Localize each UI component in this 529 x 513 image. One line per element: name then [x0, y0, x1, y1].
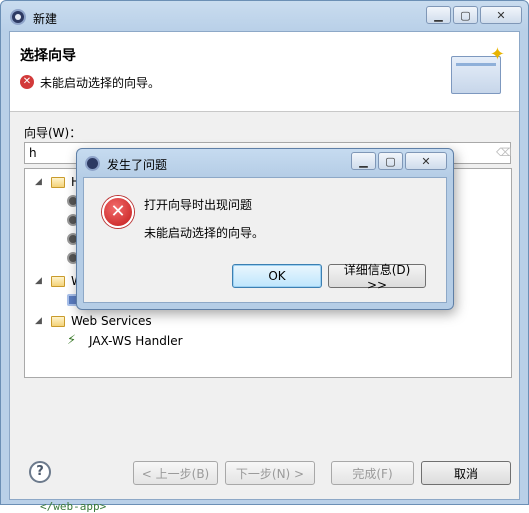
tree-node-label: JAX-WS Handler	[89, 334, 183, 348]
tree-node-label: Web Services	[71, 314, 152, 328]
next-button[interactable]: 下一步(N) >	[225, 461, 315, 485]
finish-button[interactable]: 完成(F)	[331, 461, 414, 485]
error-heading: 打开向导时出现问题	[144, 198, 253, 212]
dialog-minimize-button[interactable]: ▁	[351, 152, 376, 170]
minimize-button[interactable]: ▁	[426, 6, 451, 24]
tree-node-h[interactable]: ◢ H	[35, 173, 80, 191]
wizard-banner: 选择向导 ✕ 未能启动选择的向导。 ✦	[10, 32, 519, 112]
folder-icon	[51, 275, 65, 287]
dialog-maximize-button[interactable]: ▢	[378, 152, 403, 170]
error-dialog-title: 发生了问题	[107, 158, 168, 172]
wizard-filter-label: 向导(W)：	[24, 126, 82, 140]
tree-item-jax-ws-handler[interactable]: ⚡ JAX-WS Handler	[67, 332, 183, 350]
banner-title: 选择向导	[20, 48, 76, 64]
folder-icon	[51, 176, 65, 188]
back-button[interactable]: < 上一步(B)	[133, 461, 218, 485]
clear-filter-icon[interactable]: ⌫	[496, 146, 512, 159]
dialog-caption-buttons: ▁ ▢ ✕	[351, 152, 447, 170]
tree-node-web-services[interactable]: ◢ Web Services	[35, 312, 152, 330]
help-icon[interactable]: ?	[29, 461, 51, 483]
background-editor-text: </web-app>	[40, 500, 107, 513]
error-icon: ✕	[102, 196, 134, 228]
wizard-button-bar: ? < 上一步(B) 下一步(N) > 完成(F) 取消	[10, 442, 519, 501]
eclipse-app-icon	[85, 156, 100, 171]
eclipse-app-icon	[10, 9, 26, 25]
title-bar[interactable]: 新建 ▁ ▢ ✕	[1, 1, 528, 31]
wizard-banner-image-icon: ✦	[451, 44, 505, 96]
error-icon: ✕	[20, 75, 34, 89]
caption-buttons: ▁ ▢ ✕	[426, 6, 522, 24]
banner-error-message: 未能启动选择的向导。	[40, 76, 161, 90]
dialog-close-button[interactable]: ✕	[405, 152, 447, 170]
expanded-arrow-icon[interactable]: ◢	[35, 177, 45, 187]
error-dialog: 发生了问题 ▁ ▢ ✕ ✕ 打开向导时出现问题 未能启动选择的向导。 OK 详细…	[76, 148, 454, 310]
error-dialog-body: ✕ 打开向导时出现问题 未能启动选择的向导。 OK 详细信息(D) >>	[83, 177, 447, 303]
error-detail: 未能启动选择的向导。	[144, 226, 265, 240]
expanded-arrow-icon[interactable]: ◢	[35, 316, 45, 326]
ok-button[interactable]: OK	[232, 264, 322, 288]
cancel-button[interactable]: 取消	[421, 461, 511, 485]
jax-ws-handler-icon: ⚡	[67, 333, 77, 348]
close-button[interactable]: ✕	[480, 6, 522, 24]
maximize-button[interactable]: ▢	[453, 6, 478, 24]
details-button[interactable]: 详细信息(D) >>	[328, 263, 426, 292]
folder-icon	[51, 315, 65, 327]
expanded-arrow-icon[interactable]: ◢	[35, 276, 45, 286]
window-title: 新建	[33, 12, 58, 26]
